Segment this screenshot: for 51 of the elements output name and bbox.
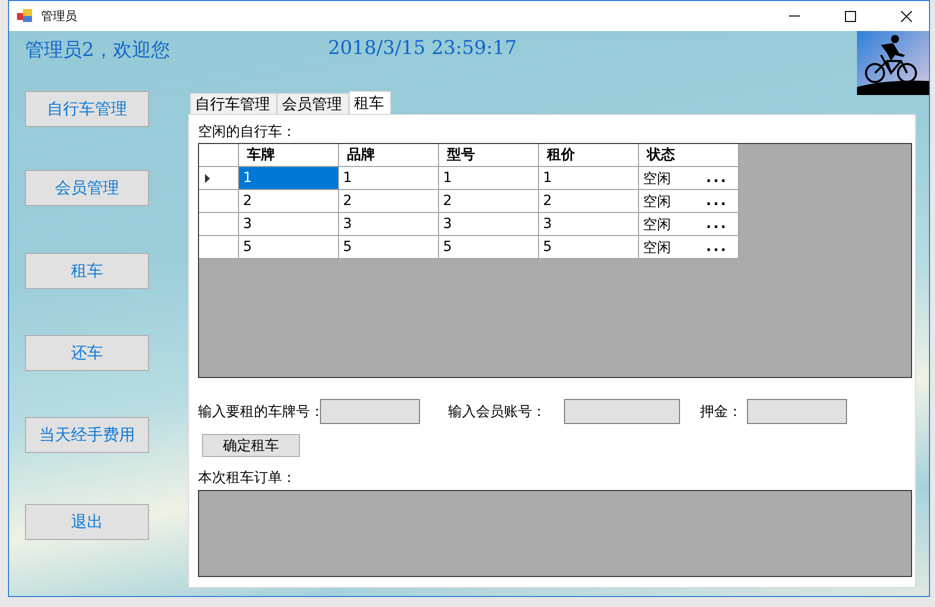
app-icon — [17, 9, 33, 23]
member-label: 输入会员账号： — [448, 402, 546, 420]
table-cell: 空闲 ... — [639, 213, 739, 236]
deposit-input-field[interactable] — [747, 399, 847, 424]
tab[interactable]: 会员管理 — [277, 93, 349, 114]
table-cell: 空闲 ... — [639, 190, 739, 213]
table-cell: 2 — [439, 190, 539, 213]
tab[interactable]: 租车 — [349, 91, 391, 114]
table-cell: 1 — [539, 167, 639, 190]
table-cell: 2 — [339, 190, 439, 213]
table-cell: 3 — [339, 213, 439, 236]
table-cell: 3 — [239, 213, 339, 236]
current-row-icon — [205, 174, 210, 182]
close-icon — [900, 10, 912, 22]
cyclist-silhouette-drawing — [857, 31, 929, 95]
more-dots[interactable]: ... — [706, 170, 728, 189]
window-title: 管理员 — [41, 8, 78, 24]
table-cell: 3 — [439, 213, 539, 236]
datetime-text: 2018/3/15 23:59:17 — [328, 37, 518, 59]
deposit-label: 押金： — [700, 402, 742, 420]
table-cell: 2 — [239, 190, 339, 213]
more-dots[interactable]: ... — [706, 239, 728, 258]
confirm-rent-button[interactable]: 确定租车 — [202, 434, 300, 457]
maximize-icon — [844, 10, 856, 22]
table-cell: 5 — [339, 236, 439, 259]
more-dots[interactable]: ... — [706, 216, 728, 235]
table-cell: 5 — [539, 236, 639, 259]
table-cell: 空闲 ... — [639, 167, 739, 190]
member-input-field[interactable] — [564, 399, 680, 424]
plate-label: 输入要租的车牌号： — [198, 402, 324, 420]
table-cell: 5 — [239, 236, 339, 259]
column-header[interactable]: 品牌 — [339, 144, 439, 167]
table-cell: 1 — [439, 167, 539, 190]
welcome-text: 管理员2，欢迎您 — [25, 38, 172, 63]
column-header[interactable]: 状态 — [639, 144, 739, 167]
column-header[interactable]: 型号 — [439, 144, 539, 167]
row-header[interactable] — [199, 167, 239, 190]
table-cell: 空闲 ... — [639, 236, 739, 259]
plate-input-field[interactable] — [320, 399, 420, 424]
column-header[interactable]: 车牌 — [239, 144, 339, 167]
order-label: 本次租车订单： — [198, 469, 297, 487]
more-dots[interactable]: ... — [706, 193, 728, 212]
table-cell: 1 — [239, 167, 339, 190]
tab[interactable]: 自行车管理 — [190, 93, 277, 114]
column-header[interactable]: 租价 — [539, 144, 639, 167]
table-cell: 1 — [339, 167, 439, 190]
table-cell: 5 — [439, 236, 539, 259]
idle-bikes-label: 空闲的自行车： — [198, 123, 297, 141]
table-cell: 2 — [539, 190, 639, 213]
minimize-icon — [788, 15, 800, 17]
table-cell: 3 — [539, 213, 639, 236]
